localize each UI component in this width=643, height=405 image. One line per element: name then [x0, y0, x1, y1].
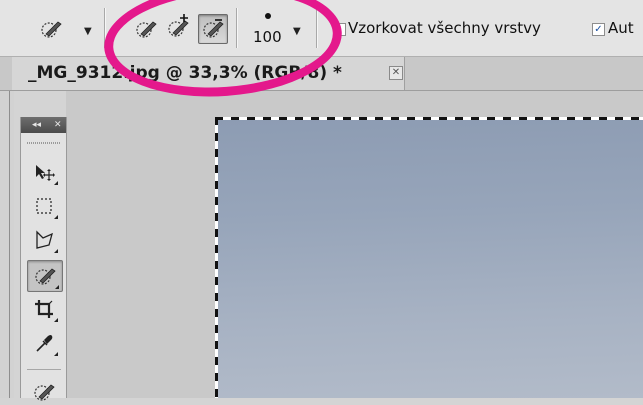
document-tab[interactable]: _MG_9312.jpg @ 33,3% (RGB/8) * ✕ [12, 57, 405, 90]
chevron-down-icon[interactable]: ▼ [293, 26, 301, 37]
tool-preset-picker[interactable] [36, 16, 66, 42]
new-selection-icon [136, 21, 157, 38]
sample-all-layers-label: Vzorkovat všechny vrstvy [348, 19, 541, 37]
new-selection-button[interactable] [132, 16, 160, 42]
add-to-selection-icon [168, 14, 189, 37]
close-icon[interactable]: ✕ [54, 117, 62, 133]
close-icon[interactable]: ✕ [389, 66, 403, 80]
selection-marquee-left [215, 117, 218, 398]
toolbox-panel: ◂◂ ✕ [20, 117, 67, 401]
divider [27, 369, 61, 370]
panel-grip[interactable] [27, 142, 61, 144]
lasso-tool-button[interactable] [27, 225, 61, 255]
sample-all-layers-checkbox[interactable] [333, 23, 346, 36]
brush-tool-button[interactable] [27, 375, 61, 405]
subtract-from-selection-button[interactable] [198, 14, 228, 44]
eyedropper-icon [36, 335, 53, 352]
crop-tool-button[interactable] [27, 294, 61, 324]
auto-enhance-label: Aut [608, 19, 634, 37]
quick-selection-tool-button[interactable] [27, 260, 63, 292]
eyedropper-tool-button[interactable] [27, 328, 61, 358]
document-title: _MG_9312.jpg @ 33,3% (RGB/8) * [28, 63, 342, 83]
photo-canvas[interactable] [217, 119, 643, 398]
marquee-tool-button[interactable] [27, 191, 61, 221]
selection-marquee-top [215, 117, 643, 120]
divider [9, 91, 10, 398]
options-bar: ▼ 100 ▼ Vzorkovat všechny vrstvy ✓ Aut [0, 0, 643, 57]
auto-enhance-checkbox[interactable]: ✓ [592, 23, 605, 36]
chevron-down-icon[interactable]: ▼ [84, 26, 92, 37]
brush-size-value: 100 [253, 28, 282, 46]
panel-dock-strip [0, 91, 14, 398]
add-to-selection-button[interactable] [164, 12, 194, 42]
brush-tip-icon [265, 13, 271, 19]
toolbox-header: ◂◂ ✕ [21, 117, 66, 133]
subtract-from-selection-icon [203, 19, 224, 38]
move-icon [36, 165, 55, 181]
move-tool-button[interactable] [27, 157, 61, 187]
collapse-icon[interactable]: ◂◂ [32, 117, 41, 133]
document-tab-bar: _MG_9312.jpg @ 33,3% (RGB/8) * ✕ [0, 57, 643, 91]
rectangular-marquee-icon [36, 198, 52, 214]
crop-icon [35, 300, 53, 318]
polygonal-lasso-icon [36, 230, 53, 249]
quick-selection-brush-icon [41, 21, 62, 38]
quick-selection-icon [35, 268, 56, 285]
